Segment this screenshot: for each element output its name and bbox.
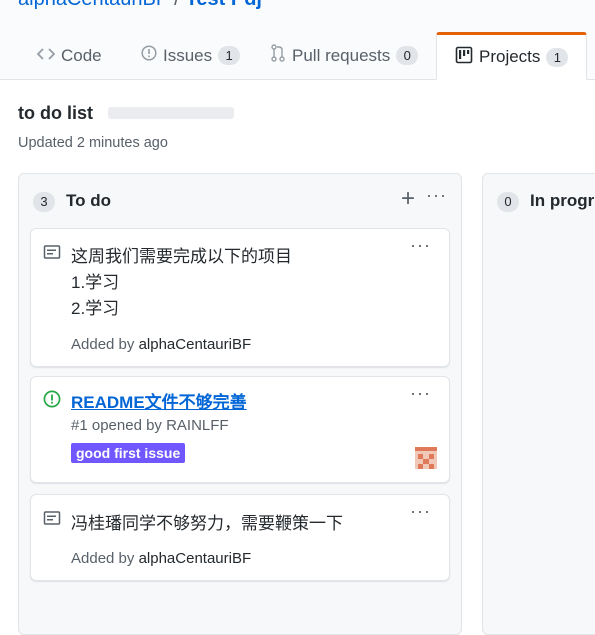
column-menu-button[interactable]: ··· [426,185,447,206]
tab-code-label: Code [61,45,102,65]
column-to-do: 3 To do + ··· ··· 这周我们需要完成以下的项目 1.学习 2.学… [18,173,462,635]
issues-counter: 1 [218,46,241,65]
repo-header: alphaCentauriBF / Test Pdj Code Issues 1 P… [0,0,595,80]
project-icon [455,46,473,69]
card-menu-button[interactable]: ··· [410,383,431,404]
plus-icon[interactable]: + [401,185,415,213]
issue-card[interactable]: ··· README文件不够完善 #1 opened by RAINLFF go… [30,376,450,483]
column-card-count: 0 [497,192,519,212]
column-name: To do [66,191,111,210]
tab-projects-label: Projects [479,47,541,66]
card-menu-button[interactable]: ··· [410,501,431,522]
note-icon [43,243,61,261]
issue-opened-icon [141,45,157,66]
card-menu-button[interactable]: ··· [410,235,431,256]
pull-requests-counter: 0 [396,46,419,65]
column-in-progress: 0 In progress [482,173,595,635]
note-card[interactable]: ··· 冯桂璠同学不够努力，需要鞭策一下 Added by alphaCenta… [30,494,450,581]
repo-owner-link[interactable]: alphaCentauriBF [18,0,168,10]
column-card-count: 3 [33,192,55,212]
tab-projects[interactable]: Projects 1 [436,32,588,80]
tab-pull-requests[interactable]: Pull requests 0 [270,32,419,79]
note-line: 这周我们需要完成以下的项目 [71,247,292,266]
note-card[interactable]: ··· 这周我们需要完成以下的项目 1.学习 2.学习 Added by alp… [30,228,450,367]
tab-code[interactable]: Code [36,32,102,79]
added-by-prefix: Added by [71,550,135,567]
code-icon [36,46,56,66]
note-line: 冯桂璠同学不够努力，需要鞭策一下 [71,514,343,533]
breadcrumb: alphaCentauriBF / Test Pdj [18,0,262,11]
note-line: 2.学习 [71,299,120,318]
added-by-text: Added by alphaCentauriBF [71,550,251,567]
tab-issues[interactable]: Issues 1 [141,32,241,79]
author-link[interactable]: alphaCentauriBF [139,336,252,353]
column-name: In progress [530,191,595,210]
issue-label[interactable]: good first issue [71,443,186,463]
issue-meta: #1 opened by RAINLFF [71,417,229,434]
project-updated-text: Updated 2 minutes ago [18,135,168,151]
breadcrumb-separator: / [174,0,180,10]
added-by-text: Added by alphaCentauriBF [71,336,251,353]
note-line: 1.学习 [71,273,120,292]
avatar[interactable] [415,447,437,469]
projects-counter: 1 [546,47,569,67]
project-title: to do list [18,103,93,123]
project-description-placeholder [108,107,234,119]
issue-title-link[interactable]: README文件不够完善 [71,388,247,413]
note-icon [43,509,61,527]
issue-opened-icon [43,390,61,408]
repo-name-link[interactable]: Test Pdj [186,0,262,10]
tab-pull-requests-label: Pull requests [292,45,391,65]
tab-issues-label: Issues [163,45,213,65]
added-by-prefix: Added by [71,336,135,353]
author-link[interactable]: alphaCentauriBF [139,550,252,567]
git-pull-request-icon [270,44,286,67]
